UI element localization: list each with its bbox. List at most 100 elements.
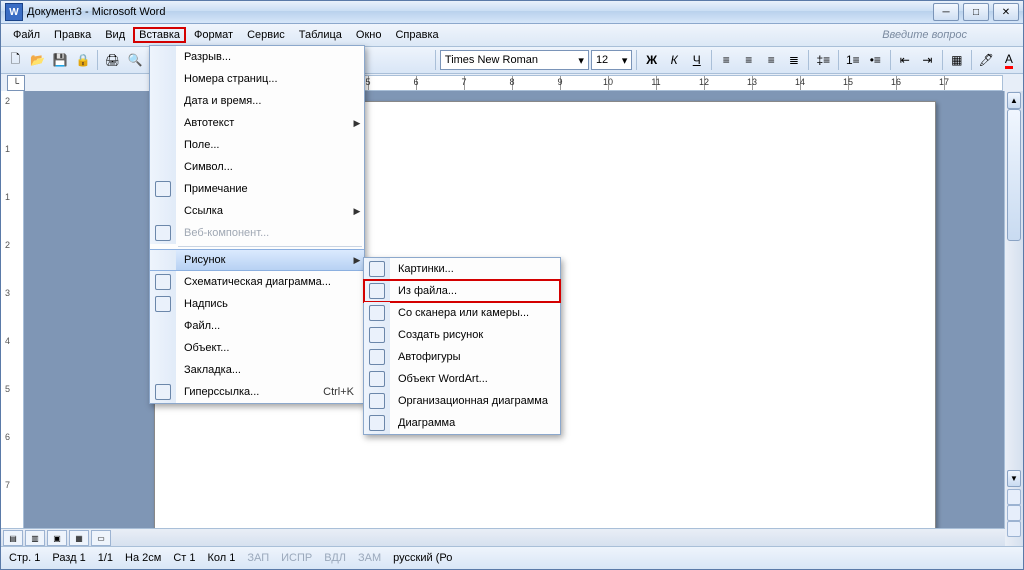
menu-tools[interactable]: Сервис [241, 27, 291, 43]
align-justify-icon[interactable]: ≣ [784, 49, 805, 71]
picture-submenu-item-6[interactable]: Организационная диаграмма [364, 390, 560, 412]
reading-view-button[interactable]: ▭ [91, 530, 111, 546]
link-icon [155, 384, 171, 400]
insert-menu-label-7: Ссылка [176, 205, 350, 217]
increase-indent-icon[interactable]: ⇥ [917, 49, 938, 71]
menu-window[interactable]: Окно [350, 27, 388, 43]
picture-submenu-item-3[interactable]: Создать рисунок [364, 324, 560, 346]
scroll-down-arrow[interactable]: ▼ [1007, 470, 1021, 487]
tab-selector[interactable]: └ [7, 75, 25, 91]
status-col: Кол 1 [207, 552, 235, 564]
note-icon [155, 181, 171, 197]
menu-format[interactable]: Формат [188, 27, 239, 43]
borders-icon[interactable]: ▦ [947, 49, 968, 71]
scroll-up-arrow[interactable]: ▲ [1007, 92, 1021, 109]
status-pages: 1/1 [98, 552, 113, 564]
insert-menu-item-11[interactable]: Схематическая диаграмма... [150, 271, 364, 293]
picture-submenu-item-0[interactable]: Картинки... [364, 258, 560, 280]
ask-a-question-box[interactable]: Введите вопрос [882, 29, 1017, 41]
picture-submenu-item-2[interactable]: Со сканера или камеры... [364, 302, 560, 324]
decrease-indent-icon[interactable]: ⇤ [895, 49, 916, 71]
menu-insert[interactable]: Вставка [133, 27, 186, 43]
picture-submenu-item-1[interactable]: Из файла... [364, 280, 560, 302]
insert-menu-item-15[interactable]: Закладка... [150, 359, 364, 381]
status-lang: русский (Ро [393, 552, 452, 564]
browse-object-button[interactable] [1007, 505, 1021, 521]
app-window: W Документ3 - Microsoft Word ─ □ ✕ Файл … [0, 0, 1024, 570]
vertical-scrollbar[interactable]: ▲ ▼ [1004, 91, 1023, 547]
menu-help[interactable]: Справка [389, 27, 444, 43]
align-left-icon[interactable]: ≡ [716, 49, 737, 71]
picture-submenu-label-2: Со сканера или камеры... [390, 307, 560, 319]
picture-submenu-item-5[interactable]: Объект WordArt... [364, 368, 560, 390]
italic-icon[interactable]: К [664, 49, 685, 71]
bold-icon[interactable]: Ж [641, 49, 662, 71]
maximize-button[interactable]: □ [963, 3, 989, 21]
chart-icon [369, 415, 385, 431]
insert-menu-item-7[interactable]: Ссылка▶ [150, 200, 364, 222]
prev-page-button[interactable] [1007, 489, 1021, 505]
insert-menu-label-11: Схематическая диаграмма... [176, 276, 364, 288]
insert-menu-item-6[interactable]: Примечание [150, 178, 364, 200]
font-color-icon[interactable]: A [999, 49, 1020, 71]
save-icon[interactable]: 💾 [50, 49, 71, 71]
insert-menu-label-13: Файл... [176, 320, 364, 332]
insert-menu-item-16[interactable]: Гиперссылка...Ctrl+K [150, 381, 364, 403]
picture-submenu-item-4[interactable]: Автофигуры [364, 346, 560, 368]
insert-menu-label-1: Номера страниц... [176, 73, 364, 85]
close-button[interactable]: ✕ [993, 3, 1019, 21]
insert-menu-label-14: Объект... [176, 342, 364, 354]
diagram-icon [155, 274, 171, 290]
word-app-icon: W [5, 3, 23, 21]
status-ovr: ЗАМ [358, 552, 381, 564]
open-icon[interactable]: 📂 [28, 49, 49, 71]
font-family-selector[interactable]: Times New Roman▾ [440, 50, 589, 70]
insert-menu-item-10[interactable]: Рисунок▶ [150, 249, 364, 271]
menu-table[interactable]: Таблица [293, 27, 348, 43]
next-page-button[interactable] [1007, 521, 1021, 537]
insert-menu-item-8[interactable]: Веб-компонент... [150, 222, 364, 244]
minimize-button[interactable]: ─ [933, 3, 959, 21]
permissions-icon[interactable]: 🔒 [73, 49, 94, 71]
align-center-icon[interactable]: ≡ [738, 49, 759, 71]
new-doc-icon[interactable]: 🗋 [5, 49, 26, 71]
line-spacing-icon[interactable]: ‡≡ [813, 49, 834, 71]
horizontal-scrollbar[interactable]: ▤ ▥ ▣ ▦ ▭ [1, 528, 1005, 547]
normal-view-button[interactable]: ▤ [3, 530, 23, 546]
underline-icon[interactable]: Ч [686, 49, 707, 71]
web-view-button[interactable]: ▥ [25, 530, 45, 546]
insert-menu-item-0[interactable]: Разрыв... [150, 46, 364, 68]
align-right-icon[interactable]: ≡ [761, 49, 782, 71]
vertical-ruler[interactable]: 2112345678 [1, 91, 24, 547]
menu-bar: Файл Правка Вид Вставка Формат Сервис Та… [1, 24, 1023, 47]
menu-edit[interactable]: Правка [48, 27, 97, 43]
scroll-thumb[interactable] [1007, 109, 1021, 241]
numbered-list-icon[interactable]: 1≡ [843, 49, 864, 71]
outline-view-button[interactable]: ▦ [69, 530, 89, 546]
insert-menu-item-2[interactable]: Дата и время... [150, 90, 364, 112]
picture-submenu-label-4: Автофигуры [390, 351, 560, 363]
picture-submenu-label-0: Картинки... [390, 263, 560, 275]
insert-menu-item-5[interactable]: Символ... [150, 156, 364, 178]
highlight-color-icon[interactable]: 🖊 [976, 49, 997, 71]
insert-menu-label-2: Дата и время... [176, 95, 364, 107]
menu-file[interactable]: Файл [7, 27, 46, 43]
insert-menu-item-14[interactable]: Объект... [150, 337, 364, 359]
font-size-selector[interactable]: 12▾ [591, 50, 633, 70]
print-icon[interactable]: 🖨 [102, 49, 123, 71]
picture-submenu-item-7[interactable]: Диаграмма [364, 412, 560, 434]
insert-menu-item-1[interactable]: Номера страниц... [150, 68, 364, 90]
picture-submenu-label-7: Диаграмма [390, 417, 560, 429]
insert-menu-item-12[interactable]: Надпись [150, 293, 364, 315]
print-layout-view-button[interactable]: ▣ [47, 530, 67, 546]
print-preview-icon[interactable]: 🔍 [125, 49, 146, 71]
bullet-list-icon[interactable]: •≡ [865, 49, 886, 71]
newdraw-icon [369, 327, 385, 343]
textbox-icon [155, 296, 171, 312]
insert-menu-item-3[interactable]: Автотекст▶ [150, 112, 364, 134]
insert-menu-item-4[interactable]: Поле... [150, 134, 364, 156]
insert-menu-label-15: Закладка... [176, 364, 364, 376]
status-ext: ВДЛ [324, 552, 346, 564]
menu-view[interactable]: Вид [99, 27, 131, 43]
insert-menu-item-13[interactable]: Файл... [150, 315, 364, 337]
